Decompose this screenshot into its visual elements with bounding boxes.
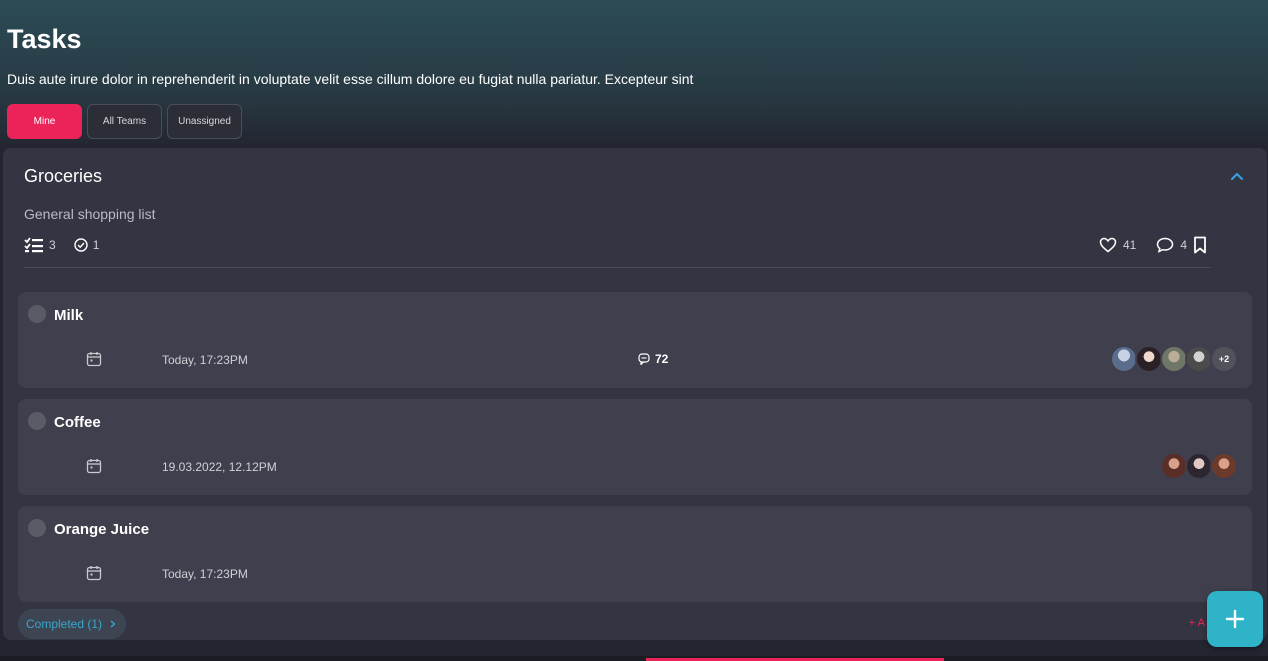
done-count: 1 (92, 238, 100, 252)
avatar (1110, 345, 1138, 373)
filter-unassigned-button[interactable]: Unassigned (167, 104, 242, 139)
task-name: Orange Juice (54, 521, 150, 538)
task-name: Coffee (54, 414, 101, 431)
task-item-coffee[interactable]: Coffee 19.03.2022, 12.12PM (18, 399, 1252, 495)
list-subtitle: General shopping list (24, 206, 156, 222)
task-item-orange-juice[interactable]: Orange Juice Today, 17:23PM (18, 506, 1252, 602)
task-name: Milk (54, 307, 84, 324)
calendar-icon (86, 459, 102, 474)
assignee-avatars[interactable]: +2 (1110, 345, 1238, 373)
avatar (1185, 452, 1213, 480)
more-assignees-badge[interactable]: +2 (1210, 345, 1238, 373)
completed-toggle[interactable]: Completed (1) (18, 609, 127, 639)
task-due-date: Today, 17:23PM (162, 567, 248, 581)
task-item-milk[interactable]: Milk Today, 17:23PM 72 +2 (18, 292, 1252, 388)
chevron-up-icon[interactable] (1229, 168, 1245, 184)
filter-mine-button[interactable]: Mine (7, 104, 82, 139)
avatar (1160, 452, 1188, 480)
like-count: 41 (1122, 238, 1137, 252)
calendar-icon (86, 352, 102, 367)
page-title: Tasks (7, 24, 82, 54)
comment-count: 4 (1180, 238, 1187, 252)
task-count: 3 (49, 238, 56, 252)
plus-icon (1225, 609, 1245, 629)
list-card: Groceries General shopping list 3 1 41 4 (3, 148, 1267, 640)
avatar (1210, 452, 1238, 480)
list-title: Groceries (24, 166, 103, 186)
task-checkbox[interactable] (28, 412, 46, 430)
list-actions: 41 4 (1099, 236, 1207, 254)
divider (24, 267, 1211, 268)
add-task-fab[interactable] (1207, 591, 1263, 647)
task-checkbox[interactable] (28, 519, 46, 537)
task-due-date: Today, 17:23PM (162, 353, 248, 367)
completed-label: Completed (1) (26, 617, 103, 631)
avatar (1185, 345, 1213, 373)
list-stats: 3 1 (24, 237, 99, 253)
bookmark-icon[interactable] (1193, 236, 1207, 254)
filter-bar: Mine All Teams Unassigned (7, 104, 242, 139)
page-description: Duis aute irure dolor in reprehenderit i… (7, 71, 694, 87)
bottom-bar (0, 656, 1268, 661)
task-due-date: 19.03.2022, 12.12PM (162, 460, 277, 474)
task-comment-count: 72 (655, 352, 669, 366)
avatar (1135, 345, 1163, 373)
heart-icon[interactable] (1099, 237, 1117, 253)
task-checkbox[interactable] (28, 305, 46, 323)
add-task-link[interactable]: + A (1189, 617, 1205, 629)
message-icon (638, 353, 650, 365)
filter-all-teams-button[interactable]: All Teams (87, 104, 162, 139)
calendar-icon (86, 566, 102, 581)
check-circle-icon (73, 238, 88, 252)
assignee-avatars[interactable] (1160, 452, 1238, 480)
comment-icon[interactable] (1156, 237, 1174, 253)
checklist-icon (24, 237, 43, 253)
chevron-right-icon (110, 620, 116, 628)
task-comments[interactable]: 72 (638, 352, 668, 366)
avatar (1160, 345, 1188, 373)
